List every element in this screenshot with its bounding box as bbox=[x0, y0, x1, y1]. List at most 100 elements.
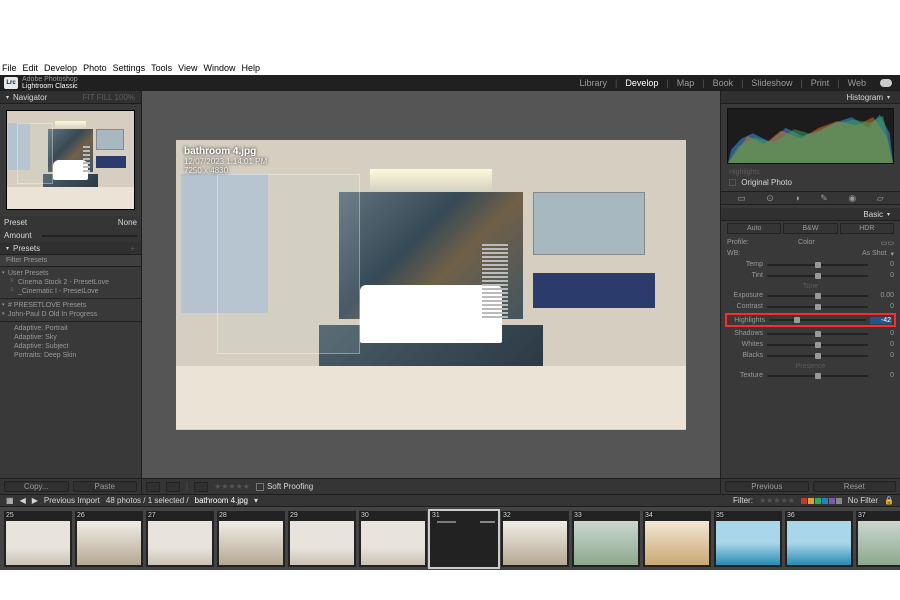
thumbnail[interactable]: 30 bbox=[359, 511, 427, 567]
filmstrip[interactable]: 25262728293031323334353637 bbox=[0, 506, 900, 570]
thumbnail[interactable]: 33 bbox=[572, 511, 640, 567]
nav-prev-icon[interactable]: ◀ bbox=[20, 496, 26, 505]
soft-proof-toggle[interactable]: Soft Proofing bbox=[256, 482, 313, 491]
thumbnail[interactable]: 26 bbox=[75, 511, 143, 567]
edit-tool-5[interactable]: ▱ bbox=[877, 193, 884, 204]
thumbnail[interactable]: 37 bbox=[856, 511, 900, 567]
thumbnail[interactable]: 29 bbox=[288, 511, 356, 567]
previous-button[interactable]: Previous bbox=[725, 481, 809, 492]
preset-filter[interactable]: Filter Presets bbox=[0, 255, 141, 267]
loupe-view-button[interactable] bbox=[146, 482, 160, 492]
os-menu-settings[interactable]: Settings bbox=[113, 63, 146, 73]
thumbnail[interactable]: 27 bbox=[146, 511, 214, 567]
navigator-header[interactable]: ▾Navigator FIT FILL 100% bbox=[0, 91, 141, 104]
filmstrip-count: 48 photos / 1 selected / bbox=[106, 496, 189, 505]
preset-item[interactable]: Portraits: Deep Skin bbox=[0, 351, 141, 360]
os-menu-help[interactable]: Help bbox=[242, 63, 261, 73]
preset-item[interactable]: Adaptive: Sky bbox=[0, 333, 141, 342]
titlebar: Lrc Adobe Photoshop Lightroom Classic Li… bbox=[0, 75, 900, 91]
presets-list: Filter Presets User PresetsCinema Stock … bbox=[0, 255, 141, 478]
rating-stars[interactable]: ★★★★★ bbox=[214, 482, 250, 491]
thumbnail[interactable]: 32 bbox=[501, 511, 569, 567]
treat-b&w[interactable]: B&W bbox=[783, 223, 837, 234]
left-panel: ▾Navigator FIT FILL 100% PresetNone Amou… bbox=[0, 91, 142, 494]
thumbnail[interactable]: 34 bbox=[643, 511, 711, 567]
tone-exposure-slider[interactable]: Exposure0.00 bbox=[727, 290, 894, 301]
tone-shadows-slider[interactable]: Shadows0 bbox=[727, 328, 894, 339]
edit-tool-2[interactable]: ◑ bbox=[794, 193, 799, 203]
treat-hdr[interactable]: HDR bbox=[840, 223, 894, 234]
filter-labels[interactable] bbox=[801, 498, 842, 504]
module-library[interactable]: Library bbox=[579, 78, 607, 88]
paste-button[interactable]: Paste bbox=[73, 481, 138, 492]
thumbnail[interactable]: 31 bbox=[430, 511, 498, 567]
before-after-button[interactable] bbox=[194, 482, 208, 492]
edit-tool-1[interactable]: ⊙ bbox=[766, 193, 774, 204]
image-viewer[interactable]: bathroom 4.jpg 12/07/2023 1:14:01 PM 725… bbox=[142, 91, 720, 478]
thumbnail[interactable]: 35 bbox=[714, 511, 782, 567]
reset-button[interactable]: Reset bbox=[813, 481, 897, 492]
tone-highlights-slider[interactable]: Highlights-42 bbox=[725, 313, 896, 327]
preset-item[interactable]: John-Paul D Old In Progress bbox=[0, 310, 141, 319]
os-menu-file[interactable]: File bbox=[2, 63, 17, 73]
edit-tool-0[interactable]: ▭ bbox=[737, 193, 746, 204]
navigator-preview[interactable] bbox=[6, 110, 135, 210]
module-print[interactable]: Print bbox=[811, 78, 830, 88]
grid-icon[interactable]: ▦ bbox=[6, 496, 14, 505]
os-menu-develop[interactable]: Develop bbox=[44, 63, 77, 73]
preset-item[interactable]: Adaptive: Subject bbox=[0, 342, 141, 351]
os-menu-view[interactable]: View bbox=[178, 63, 197, 73]
os-menu-edit[interactable]: Edit bbox=[23, 63, 39, 73]
copy-button[interactable]: Copy... bbox=[4, 481, 69, 492]
module-develop[interactable]: Develop bbox=[625, 78, 658, 88]
presets-header[interactable]: ▾Presets+ bbox=[0, 242, 141, 255]
basic-header[interactable]: Basic▾ bbox=[721, 208, 900, 221]
module-map[interactable]: Map bbox=[677, 78, 695, 88]
module-web[interactable]: Web bbox=[848, 78, 866, 88]
os-menu-tools[interactable]: Tools bbox=[151, 63, 172, 73]
histogram-header[interactable]: Histogram▾ bbox=[721, 91, 900, 104]
wb-tint-slider[interactable]: Tint0 bbox=[727, 270, 894, 281]
tone-contrast-slider[interactable]: Contrast0 bbox=[727, 301, 894, 312]
thumbnail[interactable]: 25 bbox=[4, 511, 72, 567]
center-panel: bathroom 4.jpg 12/07/2023 1:14:01 PM 725… bbox=[142, 91, 720, 494]
wb-temp-slider[interactable]: Temp0 bbox=[727, 259, 894, 270]
right-footer: Previous Reset bbox=[721, 478, 900, 494]
lock-icon[interactable]: 🔒 bbox=[884, 496, 894, 505]
tone-blacks-slider[interactable]: Blacks0 bbox=[727, 350, 894, 361]
preset-item[interactable]: User Presets bbox=[0, 269, 141, 278]
amount-row: Amount bbox=[0, 229, 141, 242]
treat-auto[interactable]: Auto bbox=[727, 223, 781, 234]
filter-rating[interactable]: ★★★★★ bbox=[759, 496, 795, 505]
filter-preset[interactable]: No Filter bbox=[848, 496, 878, 505]
preset-amount-row: PresetNone bbox=[0, 216, 141, 229]
compare-view-button[interactable] bbox=[166, 482, 180, 492]
edit-tool-3[interactable]: ✎ bbox=[820, 193, 828, 204]
tone-whites-slider[interactable]: Whites0 bbox=[727, 339, 894, 350]
module-book[interactable]: Book bbox=[713, 78, 734, 88]
preset-item[interactable]: _Cinematic I - PresetLove bbox=[0, 287, 141, 296]
filmstrip-source[interactable]: Previous Import bbox=[44, 496, 100, 505]
profile-row[interactable]: Profile: Color ▭▭ bbox=[727, 237, 894, 248]
left-footer: Copy... Paste bbox=[0, 478, 141, 494]
filter-label: Filter: bbox=[733, 496, 753, 505]
preset-item[interactable]: Adaptive: Portrait bbox=[0, 324, 141, 333]
os-menu-photo[interactable]: Photo bbox=[83, 63, 107, 73]
histogram[interactable] bbox=[727, 108, 894, 164]
module-slideshow[interactable]: Slideshow bbox=[751, 78, 792, 88]
overlay-dims: 7250 x 4830 bbox=[184, 166, 267, 175]
thumbnail[interactable]: 28 bbox=[217, 511, 285, 567]
wb-row[interactable]: WB: As Shot ▾ bbox=[727, 248, 894, 259]
thumbnail[interactable]: 36 bbox=[785, 511, 853, 567]
presence-texture-slider[interactable]: Texture0 bbox=[727, 370, 894, 381]
nav-next-icon[interactable]: ▶ bbox=[32, 496, 38, 505]
window: File Edit Develop Photo Settings Tools View Win… bbox=[0, 0, 900, 600]
treatment-segment[interactable]: AutoB&WHDR bbox=[727, 223, 894, 234]
os-menu-window[interactable]: Window bbox=[204, 63, 236, 73]
original-photo-toggle[interactable]: Original Photo bbox=[721, 177, 900, 188]
cloud-sync-icon[interactable] bbox=[880, 79, 892, 87]
preset-item[interactable]: Cinema Stock 2 - PresetLove bbox=[0, 278, 141, 287]
edit-tool-4[interactable]: ◉ bbox=[848, 193, 856, 204]
filmstrip-toolbar: ▦ ◀ ▶ Previous Import 48 photos / 1 sele… bbox=[0, 494, 900, 506]
preset-item[interactable]: # PRESETLOVE Presets bbox=[0, 301, 141, 310]
